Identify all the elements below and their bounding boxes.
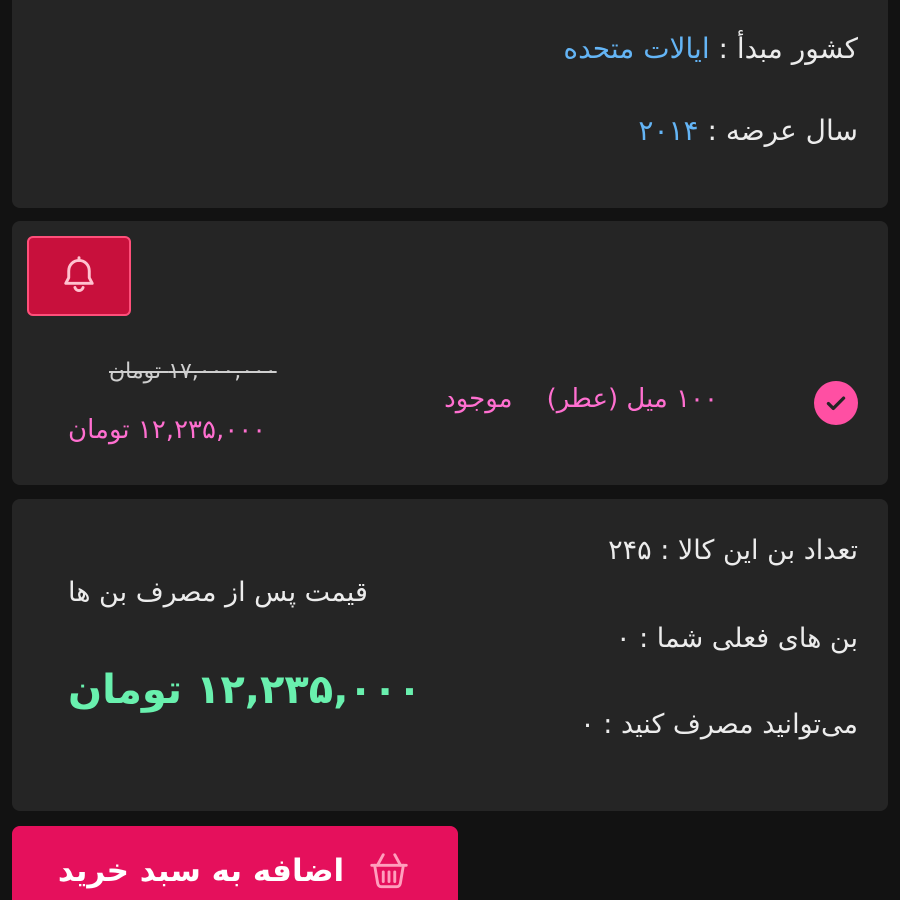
current-bon: بن های فعلی شما : ۰ (615, 623, 858, 654)
variant-selected-check[interactable] (814, 381, 858, 425)
bell-icon (64, 256, 94, 292)
variant-name: ۱۰۰ میل (عطر) (546, 384, 718, 414)
origin-country-label: کشور مبدأ : (718, 32, 858, 65)
check-icon (826, 396, 846, 411)
origin-country-value[interactable]: ایالات متحده (563, 32, 709, 65)
add-to-cart-button[interactable]: اضافه به سبد خرید (12, 826, 458, 900)
product-page: کشور مبدأ : ایالات متحده سال عرضه : ۲۰۱۴… (0, 0, 900, 900)
release-year-label: سال عرضه : (707, 114, 858, 147)
bon-count: تعداد بن این کالا : ۲۴۵ (608, 535, 858, 566)
release-year-value[interactable]: ۲۰۱۴ (638, 114, 698, 147)
bon-card: تعداد بن این کالا : ۲۴۵ بن های فعلی شما … (12, 499, 888, 811)
price-after-bon-label: قیمت پس از مصرف بن ها (68, 577, 368, 608)
basket-icon (370, 853, 408, 889)
variant-card: ۱۰۰ میل (عطر) موجود ۱۷,۰۰۰,۰۰۰ تومان ۱۲,۲… (12, 221, 888, 485)
new-price: ۱۲,۲۳۵,۰۰۰ تومان (68, 415, 267, 445)
specs-card: کشور مبدأ : ایالات متحده سال عرضه : ۲۰۱۴ (12, 0, 888, 208)
final-price: ۱۲,۲۳۵,۰۰۰ تومان (68, 667, 422, 713)
notify-button[interactable] (27, 236, 131, 316)
usable-bon: می‌توانید مصرف کنید : ۰ (580, 709, 858, 740)
origin-country-row: کشور مبدأ : ایالات متحده (563, 32, 858, 65)
add-to-cart-label: اضافه به سبد خرید (57, 853, 345, 889)
stock-status: موجود (444, 384, 513, 414)
release-year-row: سال عرضه : ۲۰۱۴ (638, 114, 858, 147)
variant-option[interactable]: ۱۰۰ میل (عطر) موجود (444, 384, 718, 414)
old-price: ۱۷,۰۰۰,۰۰۰ تومان (109, 359, 277, 384)
